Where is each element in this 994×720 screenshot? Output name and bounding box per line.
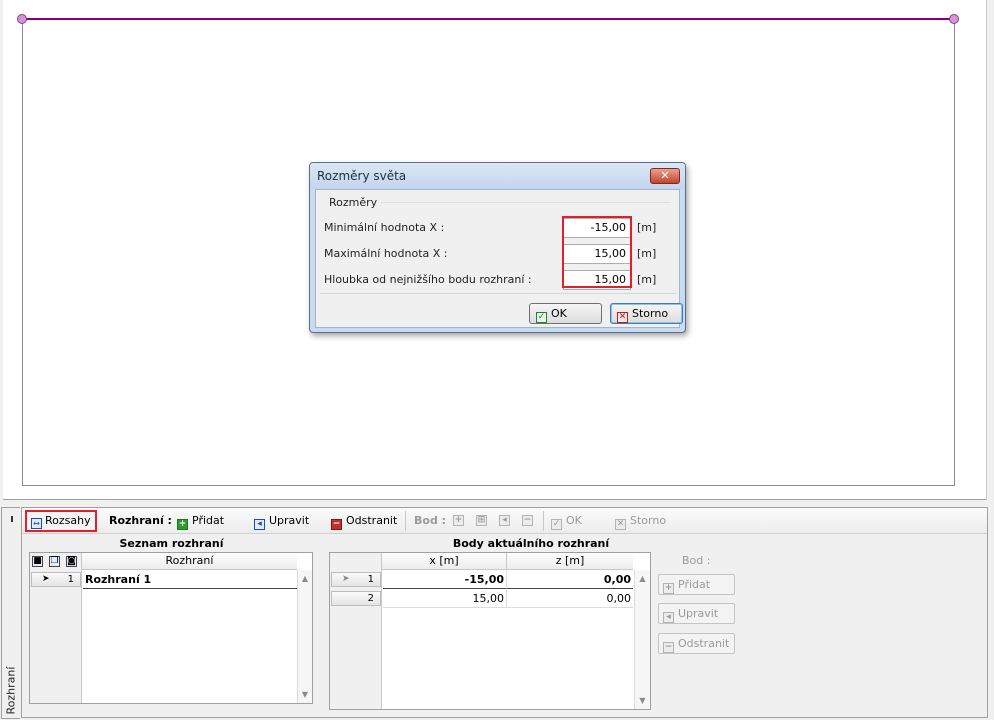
max-x-unit: [m] bbox=[637, 247, 657, 260]
remove-minus-icon: − bbox=[663, 642, 674, 653]
check-icon: ✓ bbox=[536, 312, 547, 323]
remove-minus-icon: − bbox=[331, 519, 342, 530]
max-x-label: Maximální hodnota X : bbox=[324, 247, 448, 260]
depth-unit: [m] bbox=[637, 273, 657, 286]
edit-point-label: Upravit bbox=[678, 607, 719, 620]
interfaces-scrollbar[interactable]: ▲ ▼ bbox=[297, 570, 312, 703]
current-row-arrow-icon: ➤ bbox=[342, 574, 350, 584]
cancel-x-icon: ✕ bbox=[617, 312, 628, 323]
points-list-title: Body aktuálního rozhraní bbox=[452, 537, 610, 550]
interfaces-list-title: Seznam rozhraní bbox=[119, 537, 224, 550]
toolbar-separator bbox=[405, 511, 406, 531]
interfaces-toolbar-label: Rozhraní : bbox=[109, 514, 172, 527]
insert-point-icon[interactable]: ⊞ bbox=[476, 515, 487, 526]
interface-point-left[interactable] bbox=[17, 14, 27, 24]
canvas-scroll-strip bbox=[986, 0, 994, 500]
points-scrollbar[interactable]: ▲ ▼ bbox=[634, 570, 650, 709]
interface-line[interactable] bbox=[22, 18, 955, 20]
fields-highlight-box bbox=[562, 216, 632, 288]
copy-icon[interactable]: ❐ bbox=[49, 556, 60, 567]
add-plus-icon: + bbox=[177, 519, 188, 530]
point-x-cell[interactable]: 15,00 bbox=[383, 590, 507, 608]
interface-row-index: 1 bbox=[67, 574, 74, 585]
interface-row-marker[interactable]: ➤ 1 bbox=[31, 572, 81, 587]
ranges-button-label: Rozsahy bbox=[45, 514, 91, 527]
min-x-label: Minimální hodnota X : bbox=[324, 221, 445, 234]
scroll-up-icon[interactable]: ▲ bbox=[298, 574, 312, 583]
remove-interface-button[interactable]: − Odstranit bbox=[331, 514, 397, 530]
grid-mode-icons: ■ ❐ ◙ bbox=[32, 555, 80, 569]
edit-point-icon[interactable]: ◂ bbox=[499, 515, 510, 526]
current-row-arrow-icon: ➤ bbox=[42, 574, 50, 584]
depth-label: Hloubka od nejnižšího bodu rozhraní : bbox=[324, 273, 532, 286]
remove-point-icon[interactable]: − bbox=[522, 515, 533, 526]
point-z-cell[interactable]: 0,00 bbox=[507, 590, 633, 608]
point-toolbar-label: Bod : bbox=[414, 514, 447, 527]
point-x-cell[interactable]: -15,00 bbox=[383, 571, 507, 589]
add-point-label: Přidat bbox=[678, 578, 711, 591]
remove-interface-label: Odstranit bbox=[346, 514, 398, 527]
point-side-label: Bod : bbox=[682, 554, 711, 567]
add-interface-label: Přidat bbox=[192, 514, 225, 527]
remove-point-button[interactable]: − Odstranit bbox=[658, 633, 735, 654]
toolbar-separator bbox=[543, 511, 544, 531]
world-dimensions-dialog: Rozměry světa ✕ Rozměry Minimální hodnot… bbox=[309, 162, 686, 333]
close-icon[interactable]: ✕ bbox=[650, 168, 680, 184]
point-row-index: 2 bbox=[367, 593, 374, 604]
resize-arrows-icon: ↔ bbox=[31, 518, 42, 529]
interface-point-right[interactable] bbox=[949, 14, 959, 24]
side-tab-label: Rozhraní bbox=[4, 666, 18, 715]
remove-point-label: Odstranit bbox=[678, 637, 730, 650]
dialog-titlebar[interactable]: Rozměry světa ✕ bbox=[310, 163, 685, 189]
add-interface-button[interactable]: + Přidat bbox=[177, 514, 224, 530]
cancel-x-icon: ✕ bbox=[615, 519, 626, 530]
ranges-button[interactable]: ↔ Rozsahy bbox=[25, 510, 97, 532]
x-column-header[interactable]: x [m] bbox=[382, 553, 507, 570]
toolbar-ok-label: OK bbox=[566, 514, 582, 527]
paste-icon[interactable]: ◙ bbox=[66, 556, 77, 567]
interfaces-grid: ■ ❐ ◙ Rozhraní ➤ 1 Rozhraní 1 ▲ ▼ bbox=[29, 552, 313, 704]
check-icon: ✓ bbox=[551, 519, 562, 530]
group-label: Rozměry bbox=[329, 196, 378, 209]
dialog-separator bbox=[320, 293, 676, 294]
group-divider bbox=[381, 202, 671, 203]
scroll-up-icon[interactable]: ▲ bbox=[635, 574, 650, 583]
edit-point-button[interactable]: ◂ Upravit bbox=[658, 603, 735, 624]
interfaces-column-header[interactable]: Rozhraní bbox=[82, 553, 297, 570]
canvas-left-border bbox=[0, 0, 3, 500]
toolbar-ok-button[interactable]: ✓ OK bbox=[551, 514, 582, 530]
toolbar-cancel-button[interactable]: ✕ Storno bbox=[615, 514, 666, 530]
scroll-down-icon[interactable]: ▼ bbox=[635, 696, 650, 705]
edit-arrow-icon: ◂ bbox=[663, 612, 674, 623]
toolbar-cancel-label: Storno bbox=[630, 514, 667, 527]
point-row-marker[interactable]: ➤ 1 bbox=[331, 572, 381, 587]
min-x-unit: [m] bbox=[637, 221, 657, 234]
add-point-icon[interactable]: + bbox=[453, 515, 464, 526]
ok-button[interactable]: ✓ OK bbox=[529, 303, 602, 324]
add-plus-icon: + bbox=[663, 583, 674, 594]
edit-interface-button[interactable]: ◂ Upravit bbox=[254, 514, 309, 530]
dialog-title: Rozměry světa bbox=[317, 169, 407, 183]
point-z-cell[interactable]: 0,00 bbox=[507, 571, 633, 589]
pin-icon[interactable] bbox=[11, 516, 13, 522]
scroll-down-icon[interactable]: ▼ bbox=[298, 690, 312, 699]
point-row-index: 1 bbox=[367, 574, 374, 585]
ok-button-label: OK bbox=[551, 307, 567, 320]
edit-interface-label: Upravit bbox=[269, 514, 310, 527]
z-column-header[interactable]: z [m] bbox=[507, 553, 633, 570]
cancel-button-label: Storno bbox=[632, 307, 669, 320]
cancel-button[interactable]: ✕ Storno bbox=[610, 303, 683, 324]
interface-row-name[interactable]: Rozhraní 1 bbox=[83, 571, 297, 589]
edit-arrow-icon: ◂ bbox=[254, 519, 265, 530]
add-point-button[interactable]: + Přidat bbox=[658, 574, 735, 595]
dialog-body: Rozměry Minimální hodnota X : -15,00 [m]… bbox=[315, 189, 683, 328]
points-grid: x [m] z [m] ➤ 1 -15,00 0,00 2 15,00 0,00… bbox=[329, 552, 651, 710]
select-all-icon[interactable]: ■ bbox=[32, 556, 43, 567]
point-row-marker[interactable]: 2 bbox=[331, 591, 381, 606]
